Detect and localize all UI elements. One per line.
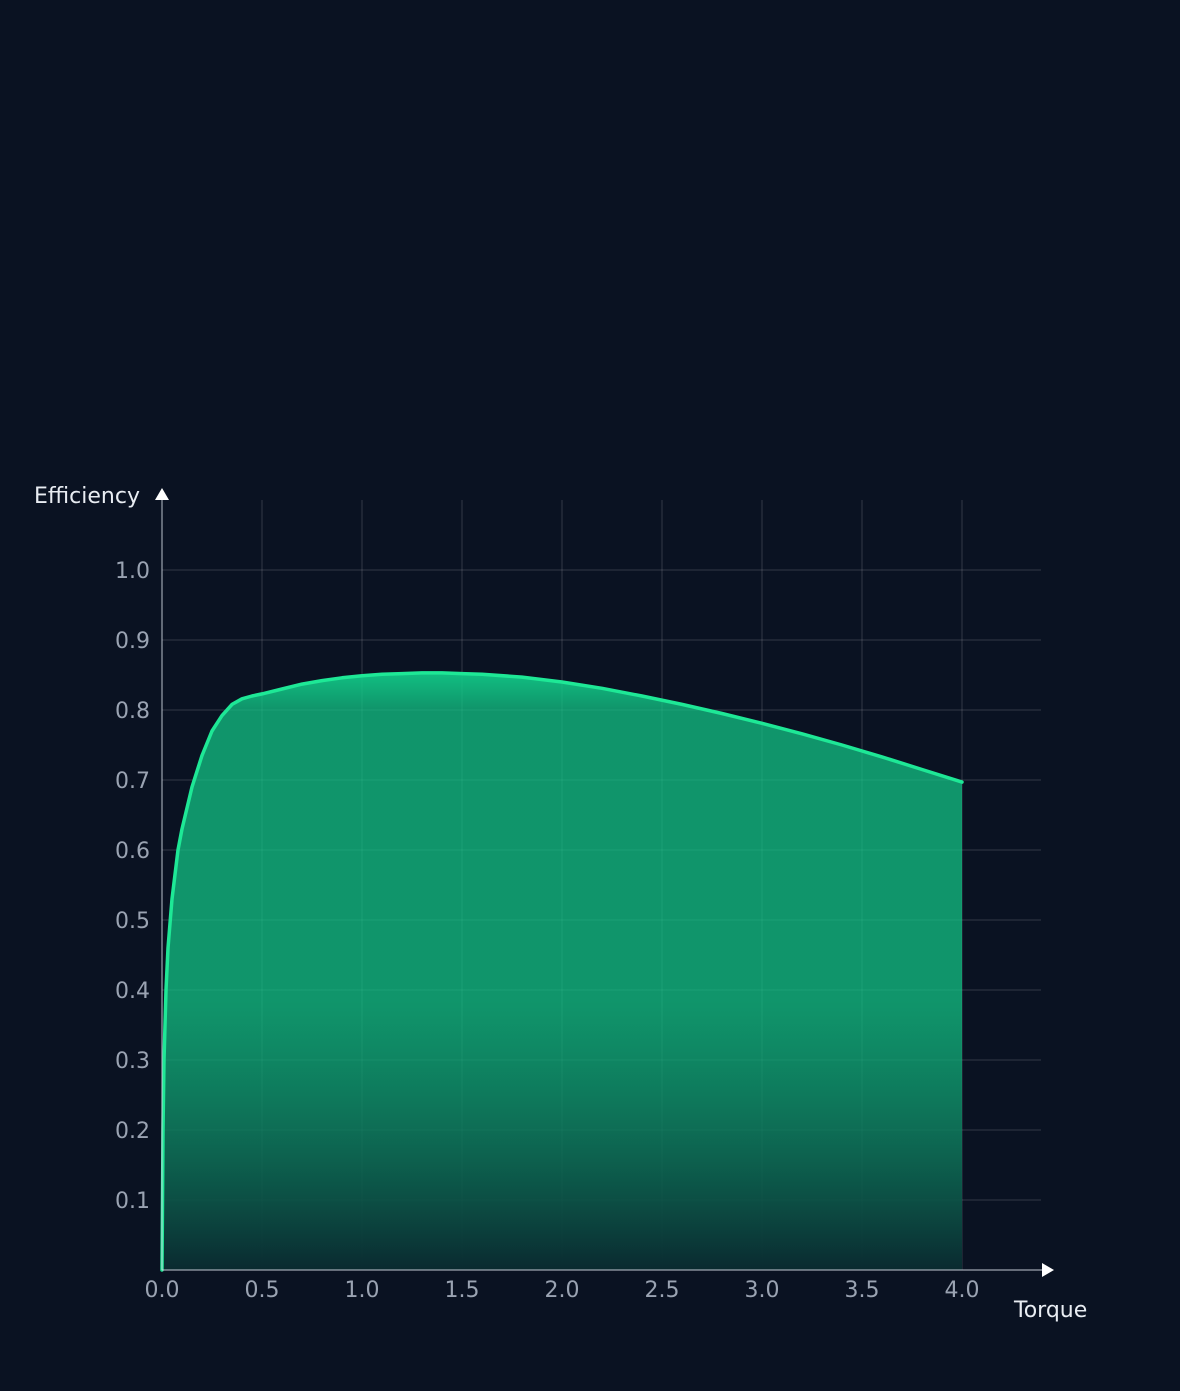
y-axis-arrow-icon: [155, 488, 169, 500]
y-tick-label-6: 0.7: [115, 769, 150, 794]
x-tick-label-2: 1.0: [345, 1278, 380, 1303]
efficiency-chart: 0.0 0.5 1.0 1.5 2.0 2.5 3.0 3.5 4.0 0.1 0.2 0.3 0.4 0…: [34, 484, 1087, 1323]
area-layer: [160, 671, 964, 1272]
y-tick-label-8: 0.9: [115, 629, 150, 654]
y-tick-label-2: 0.3: [115, 1049, 150, 1074]
y-tick-label-7: 0.8: [115, 699, 150, 724]
y-axis-title: Efficiency: [34, 484, 140, 509]
efficiency-area: [162, 672, 962, 1270]
y-tick-label-0: 0.1: [115, 1189, 150, 1214]
x-tick-label-5: 2.5: [645, 1278, 680, 1303]
y-tick-label-4: 0.5: [115, 909, 150, 934]
x-tick-label-0: 0.0: [145, 1278, 180, 1303]
x-tick-label-3: 1.5: [445, 1278, 480, 1303]
x-axis-title: Torque: [1013, 1298, 1087, 1323]
x-tick-label-8: 4.0: [945, 1278, 980, 1303]
x-tick-label-4: 2.0: [545, 1278, 580, 1303]
x-axis-arrow-icon: [1042, 1263, 1054, 1277]
y-tick-label-9: 1.0: [115, 559, 150, 584]
x-tick-label-7: 3.5: [845, 1278, 880, 1303]
x-tick-label-6: 3.0: [745, 1278, 780, 1303]
y-tick-label-5: 0.6: [115, 839, 150, 864]
y-tick-label-1: 0.2: [115, 1119, 150, 1144]
y-tick-label-3: 0.4: [115, 979, 150, 1004]
x-tick-label-1: 0.5: [245, 1278, 280, 1303]
